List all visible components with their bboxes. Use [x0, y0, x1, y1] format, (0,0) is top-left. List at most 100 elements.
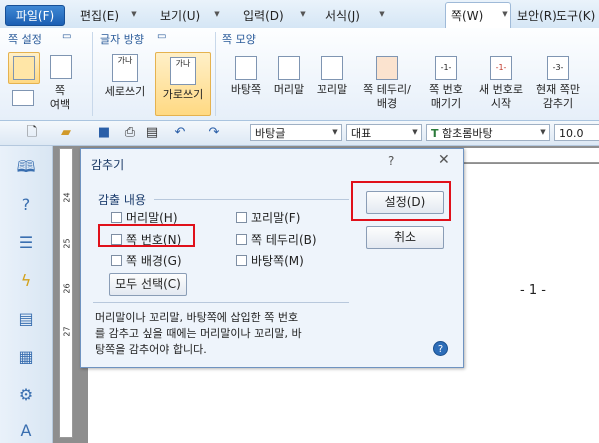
footer-button[interactable]: 꼬리말	[311, 56, 353, 97]
menu-page[interactable]: 쪽(W)	[451, 7, 483, 24]
font-select[interactable]: T 함초롬바탕 ▼	[426, 124, 550, 141]
menu-format[interactable]: 서식(J)	[325, 7, 360, 24]
description-text: 머리말이나 꼬리말, 바탕쪽에 삽입한 쪽 번호 를 감추고 싶을 때에는 머리…	[95, 310, 415, 358]
menu-insert[interactable]: 입력(D)	[243, 7, 284, 24]
page-border-checkbox[interactable]: 쪽 테두리(B)	[236, 231, 317, 248]
chevron-down-icon[interactable]: ▼	[537, 125, 549, 140]
checkbox-box[interactable]	[236, 234, 247, 245]
file-menu[interactable]: 파일(F)	[5, 5, 65, 26]
open-folder-icon[interactable]: ▰	[58, 125, 74, 141]
table-icon[interactable]: ▦	[15, 346, 37, 368]
text-style-icon[interactable]: A	[15, 420, 37, 442]
header-checkbox-label: 머리말(H)	[126, 211, 178, 225]
ruler-number: 24	[62, 192, 72, 203]
new-number-label: 새 번호로 시작	[479, 83, 523, 110]
page-orientation-button[interactable]	[46, 52, 76, 82]
chevron-down-icon[interactable]: ▼	[375, 6, 389, 22]
vertical-writing-button[interactable]: 가나 세로쓰기	[98, 54, 152, 114]
page-border-checkbox-label: 쪽 테두리(B)	[251, 233, 317, 247]
select-all-button[interactable]: 모두 선택(C)	[109, 273, 187, 296]
horizontal-writing-button[interactable]: 가나 가로쓰기	[155, 52, 211, 116]
ribbon: 쪽 설정 ▭ 글자 방향 ▭ 쪽 모양 쪽 여백 가나 세로쓰기 가나 가로쓰기…	[0, 28, 599, 121]
group-text-direction-title: 글자 방향	[100, 33, 144, 46]
checkbox-box[interactable]	[236, 212, 247, 223]
page-setup-button[interactable]	[8, 52, 40, 84]
footer-label: 꼬리말	[316, 83, 348, 96]
help-icon[interactable]: ?	[433, 341, 448, 356]
help-icon[interactable]: ?	[15, 194, 37, 216]
chevron-down-icon[interactable]: ▼	[210, 6, 224, 22]
background-page-button[interactable]: 바탕쪽	[225, 56, 267, 97]
page-margin-button[interactable]: 쪽 여백	[44, 84, 76, 112]
toolbar: 🗋 ▰ ■ ⎙ ▤ ↶ ↷ 바탕글 ▼ 대표 ▼ T 함초롬바탕 ▼ 10.0	[0, 121, 599, 146]
horizontal-text-icon: 가나	[170, 57, 196, 85]
new-number-button[interactable]: -1- 새 번호로 시작	[474, 56, 528, 111]
hide-current-page-button[interactable]: -3- 현재 쪽만 감추기	[530, 56, 586, 111]
hide-page-icon: -3-	[547, 56, 569, 80]
new-document-icon[interactable]: 🗋	[24, 125, 40, 141]
document-icon[interactable]: ▤	[15, 308, 37, 330]
page-background-checkbox[interactable]: 쪽 배경(G)	[111, 252, 182, 269]
menu-security[interactable]: 보안(R)	[517, 7, 557, 24]
page-margin-label: 쪽 여백	[49, 84, 71, 111]
page-number-button[interactable]: -1- 쪽 번호 매기기	[420, 56, 472, 111]
divider	[154, 199, 349, 200]
redo-icon[interactable]: ↷	[206, 125, 222, 141]
hide-current-page-label: 현재 쪽만 감추기	[536, 83, 580, 110]
chevron-down-icon[interactable]: ▼	[409, 125, 421, 140]
page-landscape-icon	[12, 90, 34, 106]
undo-icon[interactable]: ↶	[172, 125, 188, 141]
master-page-checkbox[interactable]: 바탕쪽(M)	[236, 252, 304, 269]
chevron-down-icon[interactable]: ▼	[296, 6, 310, 22]
preview-icon[interactable]: ▤	[144, 125, 160, 141]
page-grid-icon	[50, 55, 72, 79]
description-line: 를 감추고 싶을 때에는 머리말이나 꼬리말, 바	[95, 327, 302, 340]
divider	[93, 302, 349, 303]
cancel-button[interactable]: 취소	[366, 226, 444, 249]
description-line: 머리말이나 꼬리말, 바탕쪽에 삽입한 쪽 번호	[95, 311, 299, 324]
print-icon[interactable]: ⎙	[122, 125, 138, 141]
group-page-look-title: 쪽 모양	[222, 33, 256, 46]
group-expand-icon[interactable]: ▭	[157, 31, 166, 42]
language-value: 대표	[351, 127, 372, 140]
lightning-icon[interactable]: ϟ	[15, 270, 37, 292]
footer-checkbox[interactable]: 꼬리말(F)	[236, 209, 300, 226]
header-label: 머리말	[273, 83, 305, 96]
save-icon[interactable]: ■	[96, 125, 112, 141]
menu-edit[interactable]: 편집(E)	[80, 7, 119, 24]
checkbox-box[interactable]	[236, 255, 247, 266]
page-background-checkbox-label: 쪽 배경(G)	[126, 254, 182, 268]
chevron-down-icon[interactable]: ▼	[127, 6, 141, 22]
checkbox-box[interactable]	[111, 212, 122, 223]
group-expand-icon[interactable]: ▭	[62, 31, 71, 42]
ruler-number: 26	[62, 283, 72, 294]
font-value: 함초롬바탕	[442, 127, 493, 140]
page-icon	[13, 56, 35, 80]
page-border-button[interactable]: 쪽 테두리/ 배경	[355, 56, 419, 111]
help-icon[interactable]: ?	[388, 154, 394, 168]
menu-bar: 파일(F) 편집(E) ▼ 보기(U) ▼ 입력(D) ▼ 서식(J) ▼ 쪽(…	[0, 0, 599, 29]
style-value: 바탕글	[255, 127, 286, 140]
list-icon[interactable]: ☰	[15, 232, 37, 254]
header-icon	[278, 56, 300, 80]
font-size-field[interactable]: 10.0	[554, 124, 599, 141]
style-select[interactable]: 바탕글 ▼	[250, 124, 342, 141]
settings-icon[interactable]: ⚙	[15, 384, 37, 406]
highlight-page-number-checkbox	[98, 224, 195, 247]
chevron-down-icon[interactable]: ▼	[498, 6, 512, 22]
vertical-ruler: 24 25 26 27	[59, 148, 73, 438]
font-size-value: 10.0	[559, 127, 584, 140]
menu-view[interactable]: 보기(U)	[160, 7, 200, 24]
header-button[interactable]: 머리말	[268, 56, 310, 97]
page-border-icon	[376, 56, 398, 80]
language-select[interactable]: 대표 ▼	[346, 124, 422, 141]
close-icon[interactable]: ✕	[438, 152, 450, 168]
hide-content-label: 감출 내용	[98, 193, 146, 207]
book-icon[interactable]: 🕮	[15, 156, 37, 178]
footer-icon	[321, 56, 343, 80]
checkbox-box[interactable]	[111, 255, 122, 266]
page-number-label: 쪽 번호 매기기	[429, 83, 463, 110]
menu-tools[interactable]: 도구(K)	[556, 7, 595, 24]
chevron-down-icon[interactable]: ▼	[329, 125, 341, 140]
page-size-button[interactable]	[8, 86, 38, 116]
